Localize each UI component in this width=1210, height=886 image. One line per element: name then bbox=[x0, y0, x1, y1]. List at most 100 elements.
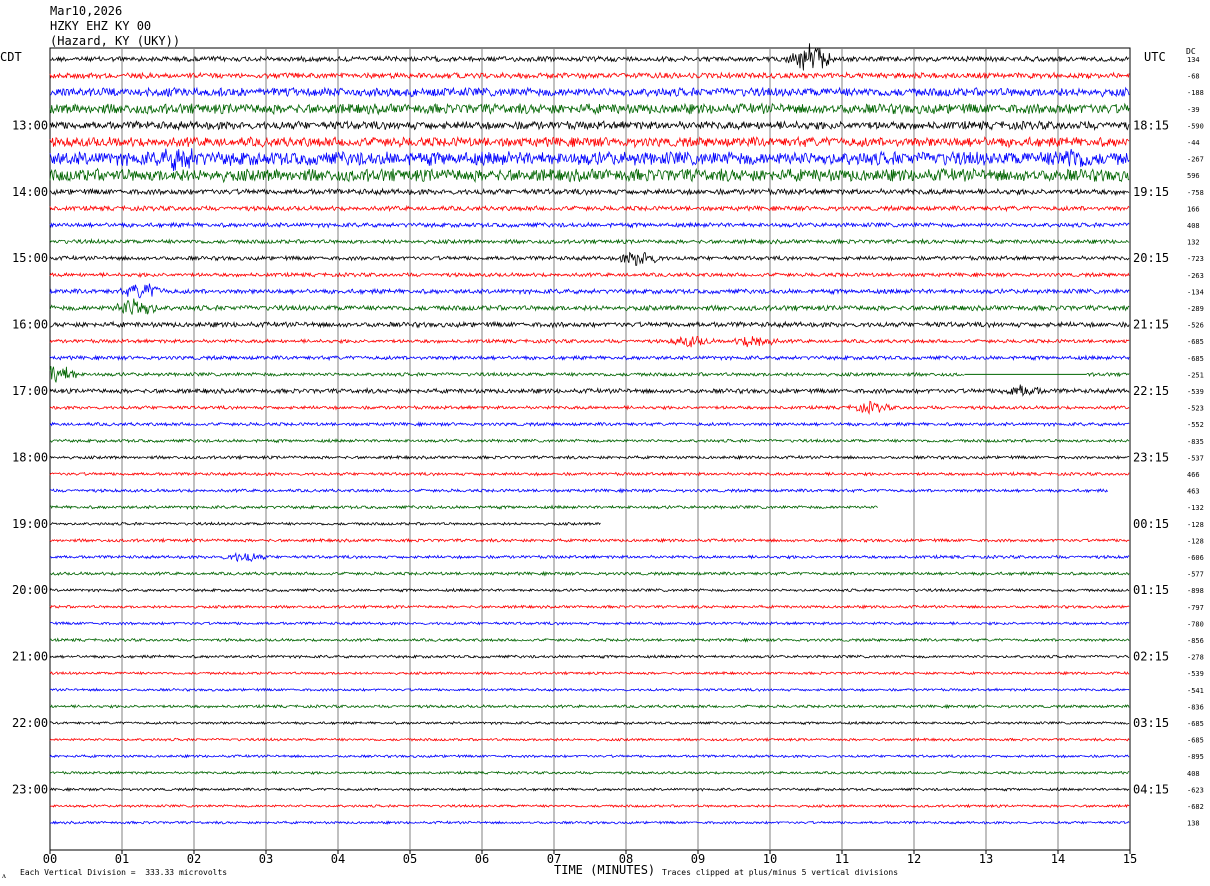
seismic-trace bbox=[49, 204, 1130, 213]
seismic-trace bbox=[49, 737, 1130, 742]
seismic-trace bbox=[49, 119, 1130, 132]
trace-dc-offset: -526 bbox=[1187, 322, 1204, 330]
x-tick-label: 15 bbox=[1123, 852, 1137, 866]
x-tick-label: 00 bbox=[43, 852, 57, 866]
corner-mark: ᴧ bbox=[2, 871, 6, 880]
left-hour-label: 13:00 bbox=[12, 118, 48, 132]
seismic-trace bbox=[49, 298, 1130, 315]
vertical-scale-note: Each Vertical Division = 333.33 microvol… bbox=[20, 868, 228, 877]
trace-dc-offset: 166 bbox=[1187, 205, 1200, 213]
trace-dc-offset: -685 bbox=[1187, 338, 1204, 346]
seismic-trace bbox=[49, 604, 1130, 610]
seismic-trace bbox=[49, 687, 1130, 693]
trace-dc-offset: -577 bbox=[1187, 571, 1204, 579]
seismic-trace bbox=[49, 71, 1130, 80]
trace-dc-offset: -552 bbox=[1187, 421, 1204, 429]
station-channel: HZKY EHZ KY 00 bbox=[50, 19, 152, 33]
trace-dc-offset: 596 bbox=[1187, 172, 1200, 180]
trace-dc-offset: 463 bbox=[1187, 488, 1200, 496]
seismic-trace bbox=[49, 753, 1130, 759]
seismic-trace bbox=[49, 620, 1130, 626]
seismic-trace bbox=[49, 570, 1130, 577]
x-tick-label: 06 bbox=[475, 852, 489, 866]
trace-dc-offset: -263 bbox=[1187, 272, 1204, 280]
trace-dc-offset: 466 bbox=[1187, 471, 1200, 479]
x-tick-label: 03 bbox=[259, 852, 273, 866]
trace-dc-offset: -278 bbox=[1187, 654, 1204, 662]
x-tick-label: 09 bbox=[691, 852, 705, 866]
seismic-trace bbox=[49, 537, 1130, 544]
right-hour-label: 00:15 bbox=[1133, 517, 1169, 531]
left-hour-label: 18:00 bbox=[12, 450, 48, 464]
trace-dc-offset: -44 bbox=[1187, 139, 1200, 147]
trace-dc-offset: -685 bbox=[1187, 720, 1204, 728]
seismic-trace bbox=[49, 637, 1130, 643]
trace-dc-offset: -685 bbox=[1187, 737, 1204, 745]
trace-dc-offset: -835 bbox=[1187, 438, 1204, 446]
trace-dc-offset: -758 bbox=[1187, 189, 1204, 197]
seismic-trace bbox=[49, 221, 1130, 229]
x-tick-label: 14 bbox=[1051, 852, 1065, 866]
plot-frame bbox=[49, 47, 1131, 851]
trace-dc-offset: -188 bbox=[1187, 89, 1204, 97]
left-hour-label: 16:00 bbox=[12, 318, 48, 332]
x-tick-label: 11 bbox=[835, 852, 849, 866]
seismic-trace bbox=[49, 335, 1130, 348]
right-timezone-label: UTC bbox=[1144, 50, 1166, 64]
seismic-trace bbox=[49, 283, 1130, 299]
station-location: (Hazard, KY (UKY)) bbox=[50, 34, 181, 48]
seismic-trace bbox=[49, 820, 1130, 825]
trace-dc-offset: -251 bbox=[1187, 371, 1204, 379]
seismic-trace bbox=[49, 271, 1130, 279]
trace-dc-offset: -539 bbox=[1187, 388, 1204, 396]
trace-dc-offset: 408 bbox=[1187, 222, 1200, 230]
trace-dc-offset: -128 bbox=[1187, 521, 1204, 529]
x-tick-label: 04 bbox=[331, 852, 345, 866]
seismic-trace bbox=[49, 654, 1130, 660]
recording-date: Mar10,2026 bbox=[50, 4, 123, 18]
seismic-trace bbox=[49, 521, 601, 527]
seismic-trace bbox=[49, 167, 1130, 184]
dc-offset-header: DC bbox=[1186, 47, 1196, 56]
trace-dc-offset: -723 bbox=[1187, 255, 1204, 263]
seismic-trace bbox=[49, 400, 1130, 415]
right-hour-label: 19:15 bbox=[1133, 185, 1169, 199]
trace-dc-offset: -523 bbox=[1187, 405, 1204, 413]
left-hour-label: 22:00 bbox=[12, 716, 48, 730]
seismic-trace bbox=[49, 438, 1130, 444]
seismic-trace bbox=[49, 787, 1130, 792]
trace-dc-offset: -539 bbox=[1187, 670, 1204, 678]
trace-dc-offset: -39 bbox=[1187, 106, 1200, 114]
seismic-trace bbox=[49, 251, 1130, 266]
trace-dc-offset: 134 bbox=[1187, 56, 1200, 64]
trace-dc-offset: -623 bbox=[1187, 786, 1204, 794]
seismic-trace bbox=[49, 551, 1130, 563]
seismic-trace bbox=[49, 471, 1130, 477]
seismic-trace bbox=[49, 504, 878, 510]
trace-dc-offset: -606 bbox=[1187, 554, 1204, 562]
x-tick-label: 12 bbox=[907, 852, 921, 866]
trace-dc-offset: -267 bbox=[1187, 156, 1204, 164]
left-timezone-label: CDT bbox=[0, 50, 22, 64]
seismic-trace bbox=[49, 703, 1130, 710]
x-axis-title: TIME (MINUTES) bbox=[554, 863, 656, 877]
seismic-trace bbox=[49, 803, 1130, 809]
right-hour-label: 03:15 bbox=[1133, 716, 1169, 730]
trace-dc-offset: 132 bbox=[1187, 239, 1200, 247]
seismic-trace bbox=[49, 587, 1130, 593]
seismic-trace bbox=[49, 384, 1130, 397]
trace-dc-offset: -289 bbox=[1187, 305, 1204, 313]
trace-dc-offset: -590 bbox=[1187, 122, 1204, 130]
seismic-trace bbox=[49, 86, 1130, 98]
seismic-trace bbox=[49, 43, 1130, 71]
seismic-trace bbox=[49, 454, 1130, 461]
right-hour-label: 18:15 bbox=[1133, 118, 1169, 132]
x-tick-label: 13 bbox=[979, 852, 993, 866]
left-hour-label: 20:00 bbox=[12, 583, 48, 597]
left-hour-label: 21:00 bbox=[12, 650, 48, 664]
left-hour-label: 17:00 bbox=[12, 384, 48, 398]
x-tick-label: 02 bbox=[187, 852, 201, 866]
right-hour-label: 22:15 bbox=[1133, 384, 1169, 398]
trace-dc-offset: -132 bbox=[1187, 504, 1204, 512]
helicorder-plot: 00 01 02 03 04 05 06 07 08 09 10 11 12 13 14 15134-68-1… bbox=[12, 43, 1204, 866]
